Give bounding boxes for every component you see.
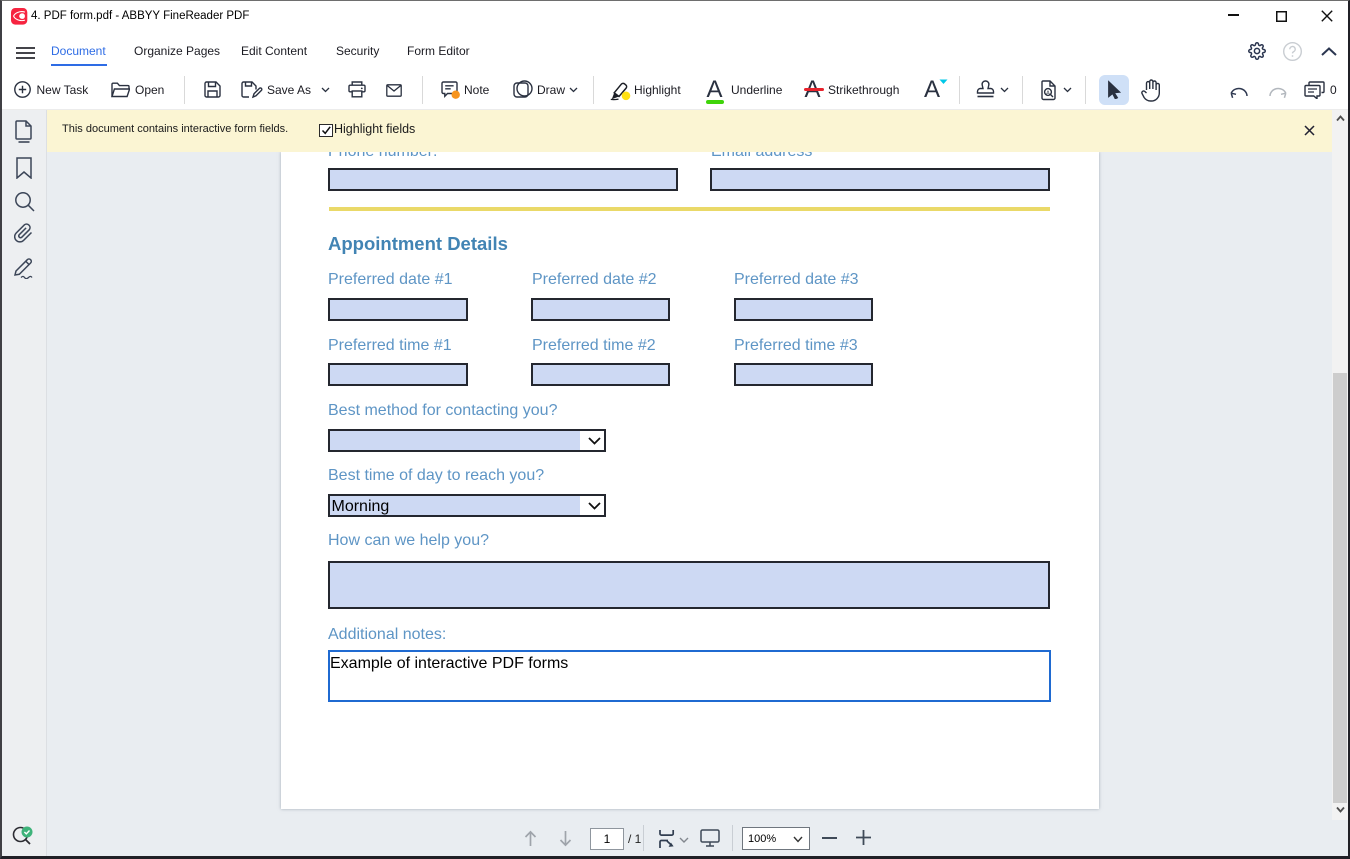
svg-text:A: A (1046, 90, 1050, 96)
